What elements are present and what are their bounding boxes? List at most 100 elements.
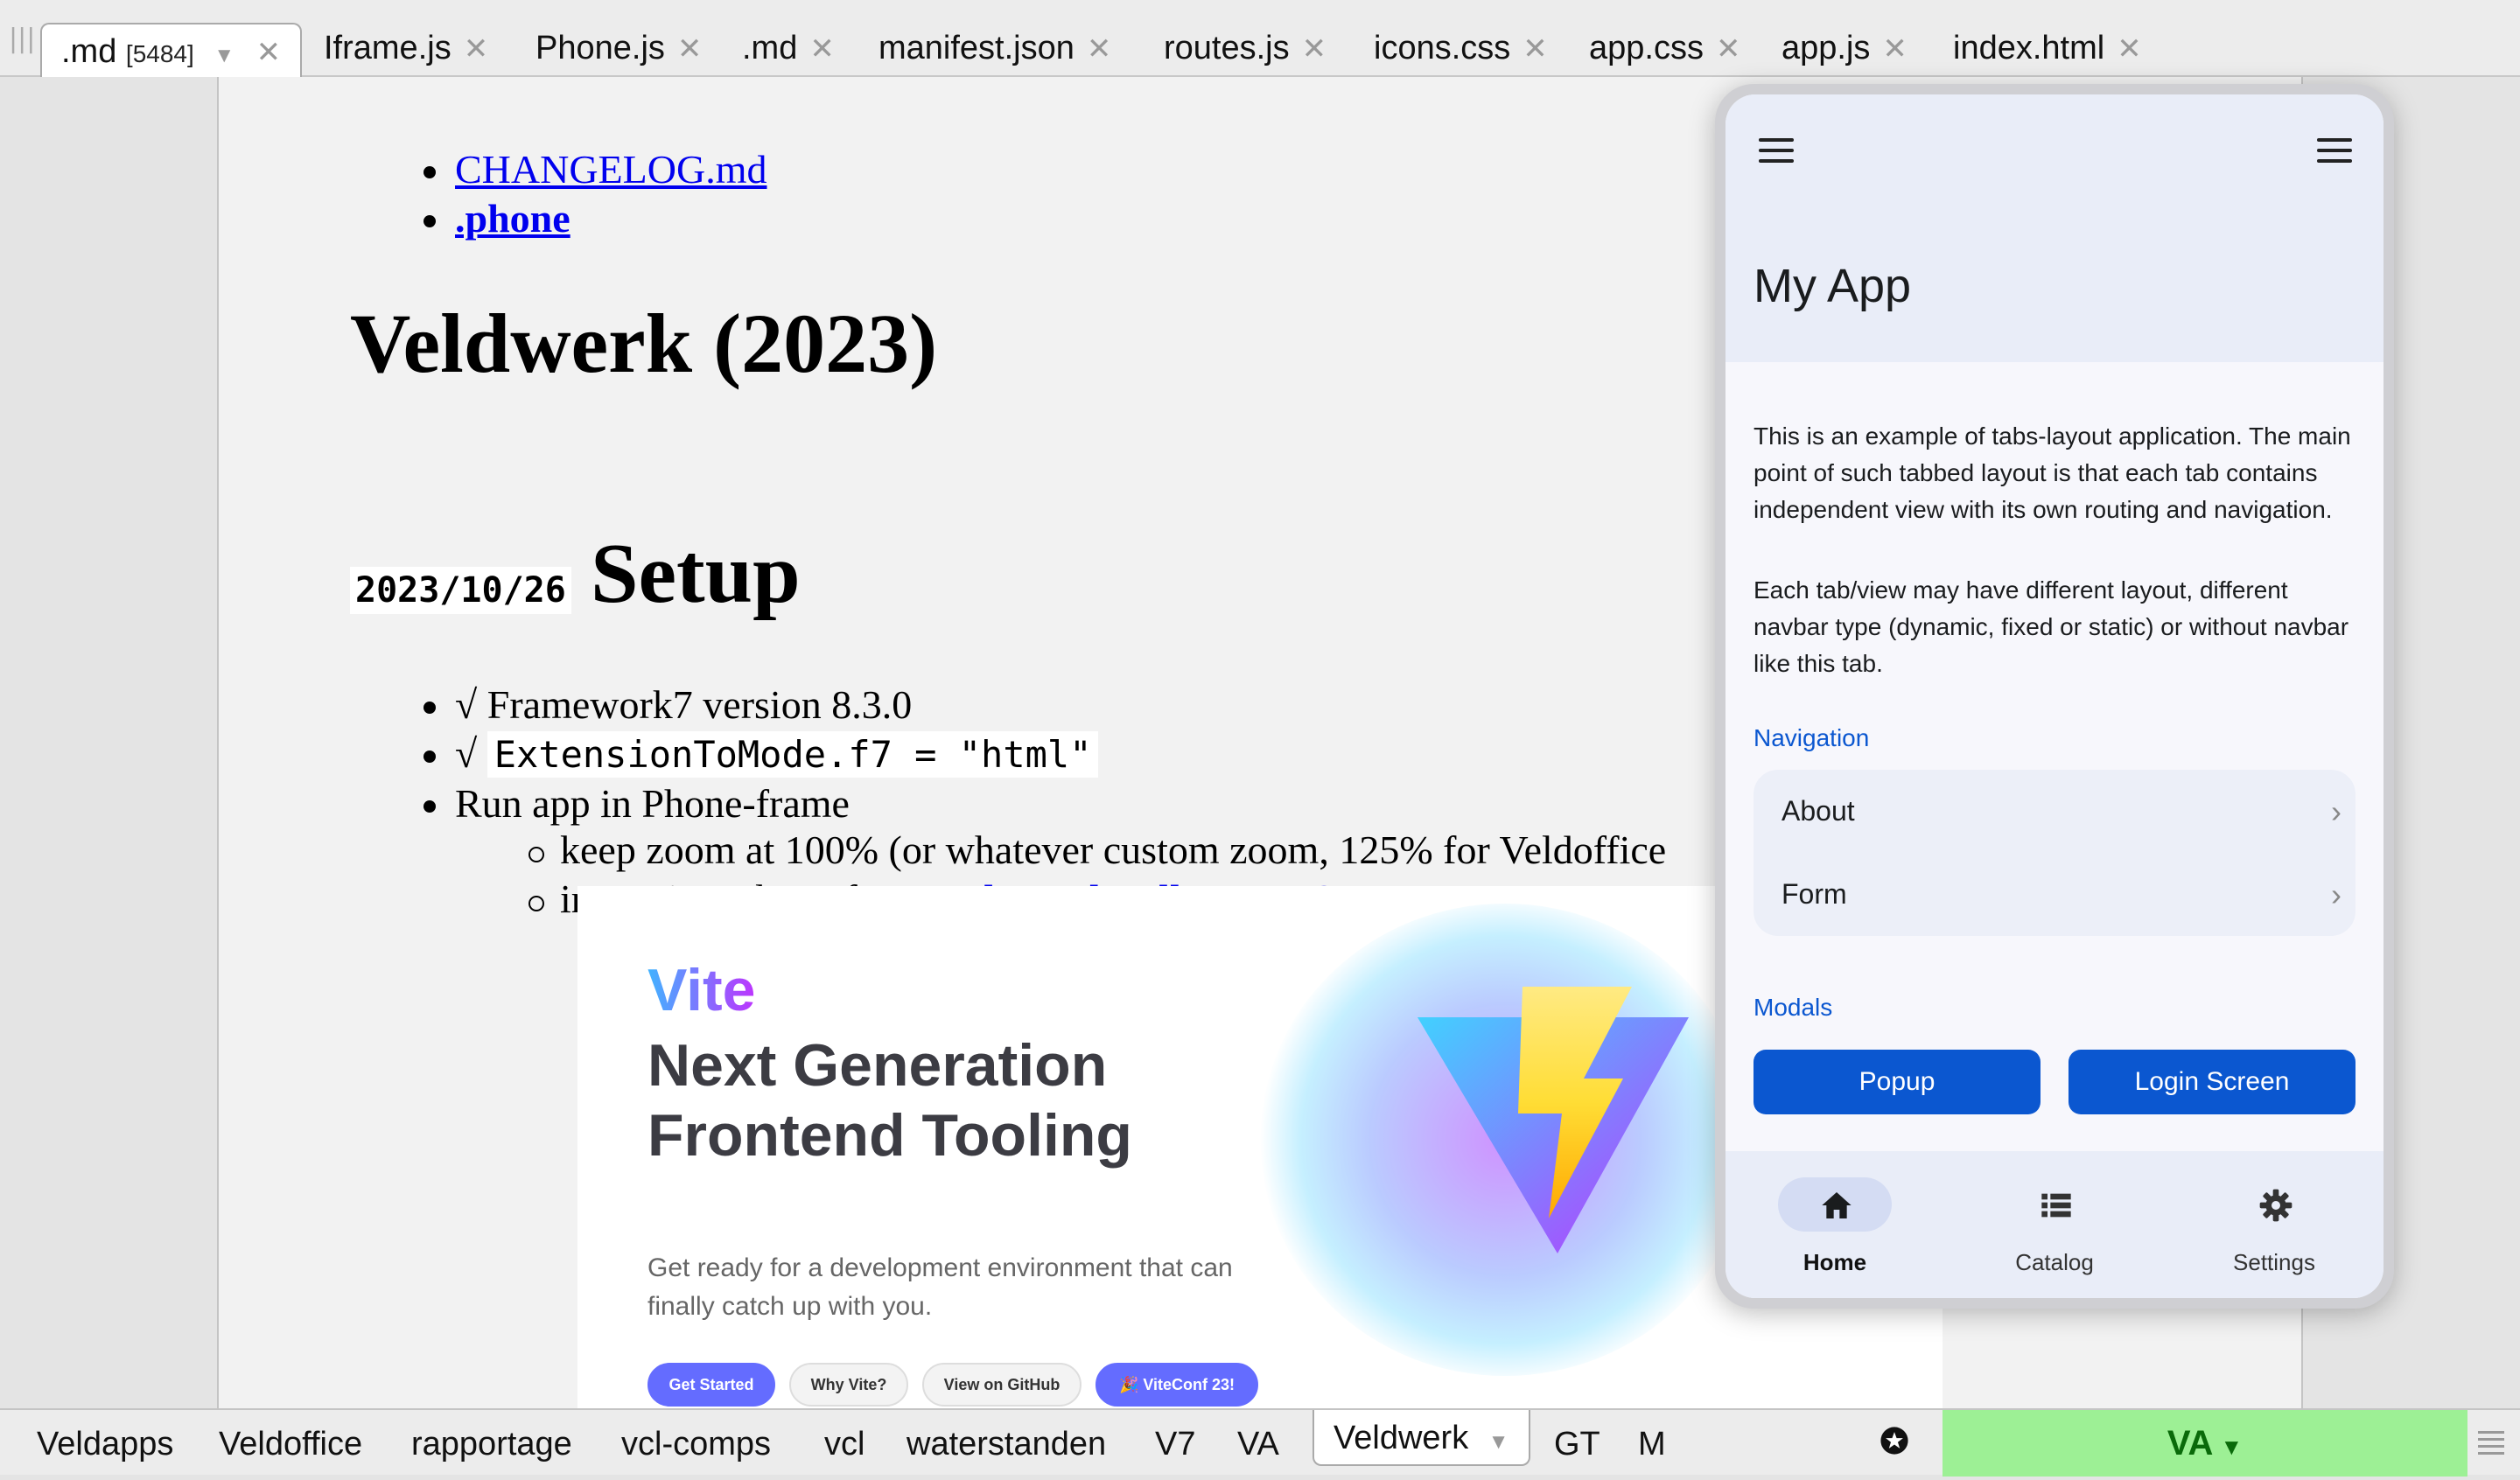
vite-name: Vite	[648, 957, 756, 1023]
left-gutter	[0, 77, 219, 1408]
viteconf-button[interactable]: 🎉 ViteConf 23!	[1096, 1363, 1258, 1407]
workspace-tab-label: Veldwerk	[1334, 1420, 1469, 1456]
tab-md[interactable]: .md ✕	[742, 21, 835, 75]
navigation-list: About › Form ›	[1754, 770, 2356, 936]
list-icon	[2041, 1193, 2071, 1218]
workspace-tab-rapportage[interactable]: rapportage	[411, 1419, 572, 1470]
tab-label: icons.css	[1374, 30, 1511, 66]
close-icon[interactable]: ✕	[1522, 32, 1548, 66]
tab-label: Phone.js	[536, 30, 665, 66]
workspace-tab-vcl-comps[interactable]: vcl-comps	[621, 1419, 771, 1470]
menu-icon[interactable]	[2478, 1431, 2504, 1456]
framework-item: √ Framework7 version 8.3.0	[455, 682, 913, 727]
chevron-right-icon: ›	[2331, 793, 2342, 829]
close-icon[interactable]: ✕	[809, 32, 835, 66]
workspace-selector[interactable]: VA ▼	[1942, 1410, 2468, 1477]
check-mark: √	[455, 731, 478, 776]
why-vite-button[interactable]: Why Vite?	[789, 1363, 908, 1407]
tab-label: Home	[1802, 1249, 1867, 1275]
tab-index-html[interactable]: index.html ✕	[1953, 21, 2142, 75]
workspace-tab-vcl[interactable]: vcl	[824, 1419, 864, 1470]
close-icon[interactable]: ✕	[2117, 32, 2142, 66]
login-screen-button[interactable]: Login Screen	[2068, 1050, 2356, 1114]
close-icon[interactable]: ✕	[1716, 32, 1741, 66]
tab-routes-js[interactable]: routes.js ✕	[1164, 21, 1326, 75]
chevron-down-icon[interactable]: ▼	[1488, 1430, 1509, 1454]
modals-block-title: Modals	[1754, 994, 1833, 1021]
close-icon[interactable]: ✕	[1087, 32, 1112, 66]
date-code: 2023/10/26	[350, 567, 571, 614]
menu-left-icon[interactable]	[1759, 138, 1794, 164]
tab-app-css[interactable]: app.css ✕	[1589, 21, 1740, 75]
run-item: Run app in Phone-frame	[455, 781, 850, 826]
page-title: Veldwerk (2023)	[350, 297, 938, 390]
list-item: keep zoom at 100% (or whatever custom zo…	[528, 826, 1667, 875]
gear-icon	[2259, 1189, 2292, 1222]
vite-subtitle: Get ready for a development environment …	[648, 1253, 1233, 1321]
list-item-label: About	[1782, 795, 1855, 827]
workspace-tab-v7[interactable]: V7	[1155, 1419, 1195, 1470]
tab-label: Settings	[2233, 1249, 2315, 1275]
chevron-right-icon: ›	[2331, 876, 2342, 912]
list-item-about[interactable]: About ›	[1782, 770, 2342, 853]
list-item: Run app in Phone-frame	[423, 779, 1098, 828]
workspace-tab-m[interactable]: M	[1638, 1419, 1666, 1470]
tab-label: .md	[742, 30, 798, 66]
tab-home[interactable]: Home	[1726, 1169, 1944, 1291]
get-started-button[interactable]: Get Started	[648, 1363, 775, 1407]
layout-paragraph: Each tab/view may have different layout,…	[1754, 576, 2349, 677]
star-icon[interactable]	[1880, 1426, 1909, 1456]
workspace-tab-veldwerk[interactable]: Veldwerk ▼	[1312, 1410, 1530, 1466]
tab-label: manifest.json	[878, 30, 1074, 66]
tab-label: Catalog	[2015, 1249, 2094, 1275]
close-icon[interactable]: ✕	[1302, 32, 1327, 66]
home-icon	[1822, 1192, 1852, 1218]
tab-settings[interactable]: Settings	[2165, 1169, 2384, 1291]
workspace-tab-waterstanden[interactable]: waterstanden	[906, 1419, 1106, 1470]
close-icon[interactable]: ✕	[256, 36, 282, 69]
tab-badge: [5484]	[125, 40, 194, 67]
tab-icons-css[interactable]: icons.css ✕	[1374, 21, 1548, 75]
workspace-tab-gt[interactable]: GT	[1554, 1419, 1600, 1470]
tab-manifest-json[interactable]: manifest.json ✕	[878, 21, 1111, 75]
view-on-github-button[interactable]: View on GitHub	[922, 1363, 1082, 1407]
section-heading: Setup	[591, 527, 801, 621]
close-icon[interactable]: ✕	[464, 32, 489, 66]
vite-headline: Next Generation Frontend Tooling	[648, 1032, 1132, 1169]
menu-right-icon[interactable]	[2317, 138, 2352, 164]
tab-catalog[interactable]: Catalog	[1945, 1169, 2164, 1291]
phone-content: This is an example of tabs-layout applic…	[1726, 362, 2384, 1246]
phone-screen: My App This is an example of tabs-layout…	[1726, 94, 2384, 1298]
list-item: √ Framework7 version 8.3.0	[423, 681, 1098, 730]
list-item-label: Form	[1782, 878, 1847, 910]
close-icon[interactable]: ✕	[1882, 32, 1908, 66]
editor-tab-bar: ||| .md [5484] ▼ ✕ Iframe.js ✕ Phone.js ✕ …	[0, 0, 2520, 77]
tab-iframe-js[interactable]: Iframe.js ✕	[324, 21, 488, 75]
phone-link[interactable]: .phone	[455, 196, 570, 241]
tab-label: .md	[61, 33, 117, 70]
workspace-tab-veldoffice[interactable]: Veldoffice	[219, 1419, 362, 1470]
list-item-form[interactable]: Form ›	[1782, 853, 2342, 936]
workspace-tab-veldapps[interactable]: Veldapps	[37, 1419, 173, 1470]
tab-label: routes.js	[1164, 30, 1290, 66]
phone-frame: My App This is an example of tabs-layout…	[1715, 84, 2394, 1309]
chevron-down-icon[interactable]: ▼	[214, 44, 234, 67]
zoom-item: keep zoom at 100% (or whatever custom zo…	[560, 827, 1667, 872]
popup-button[interactable]: Popup	[1754, 1050, 2040, 1114]
grip-handle[interactable]: |||	[9, 26, 35, 52]
workspace-tab-va[interactable]: VA	[1237, 1419, 1279, 1470]
tab-label: Iframe.js	[324, 30, 452, 66]
chevron-down-icon: ▼	[2220, 1434, 2244, 1460]
close-icon[interactable]: ✕	[677, 32, 703, 66]
phone-navbar: My App	[1726, 94, 2384, 362]
tab-app-js[interactable]: app.js ✕	[1782, 21, 1908, 75]
extension-code: ExtensionToMode.f7 = "html"	[486, 731, 1099, 778]
changelog-link[interactable]: CHANGELOG.md	[455, 147, 766, 192]
phone-tabbar: Home Catalog Settings	[1726, 1151, 2384, 1298]
intro-paragraph: This is an example of tabs-layout applic…	[1754, 422, 2351, 523]
tab-phone-js[interactable]: Phone.js ✕	[536, 21, 702, 75]
workspace-selector-label: VA	[2166, 1424, 2214, 1463]
workspace-tab-bar: Veldapps Veldoffice rapportage vcl-comps…	[0, 1408, 2520, 1477]
tab-active[interactable]: .md [5484] ▼ ✕	[40, 23, 303, 77]
navigation-block-title: Navigation	[1754, 724, 1870, 751]
